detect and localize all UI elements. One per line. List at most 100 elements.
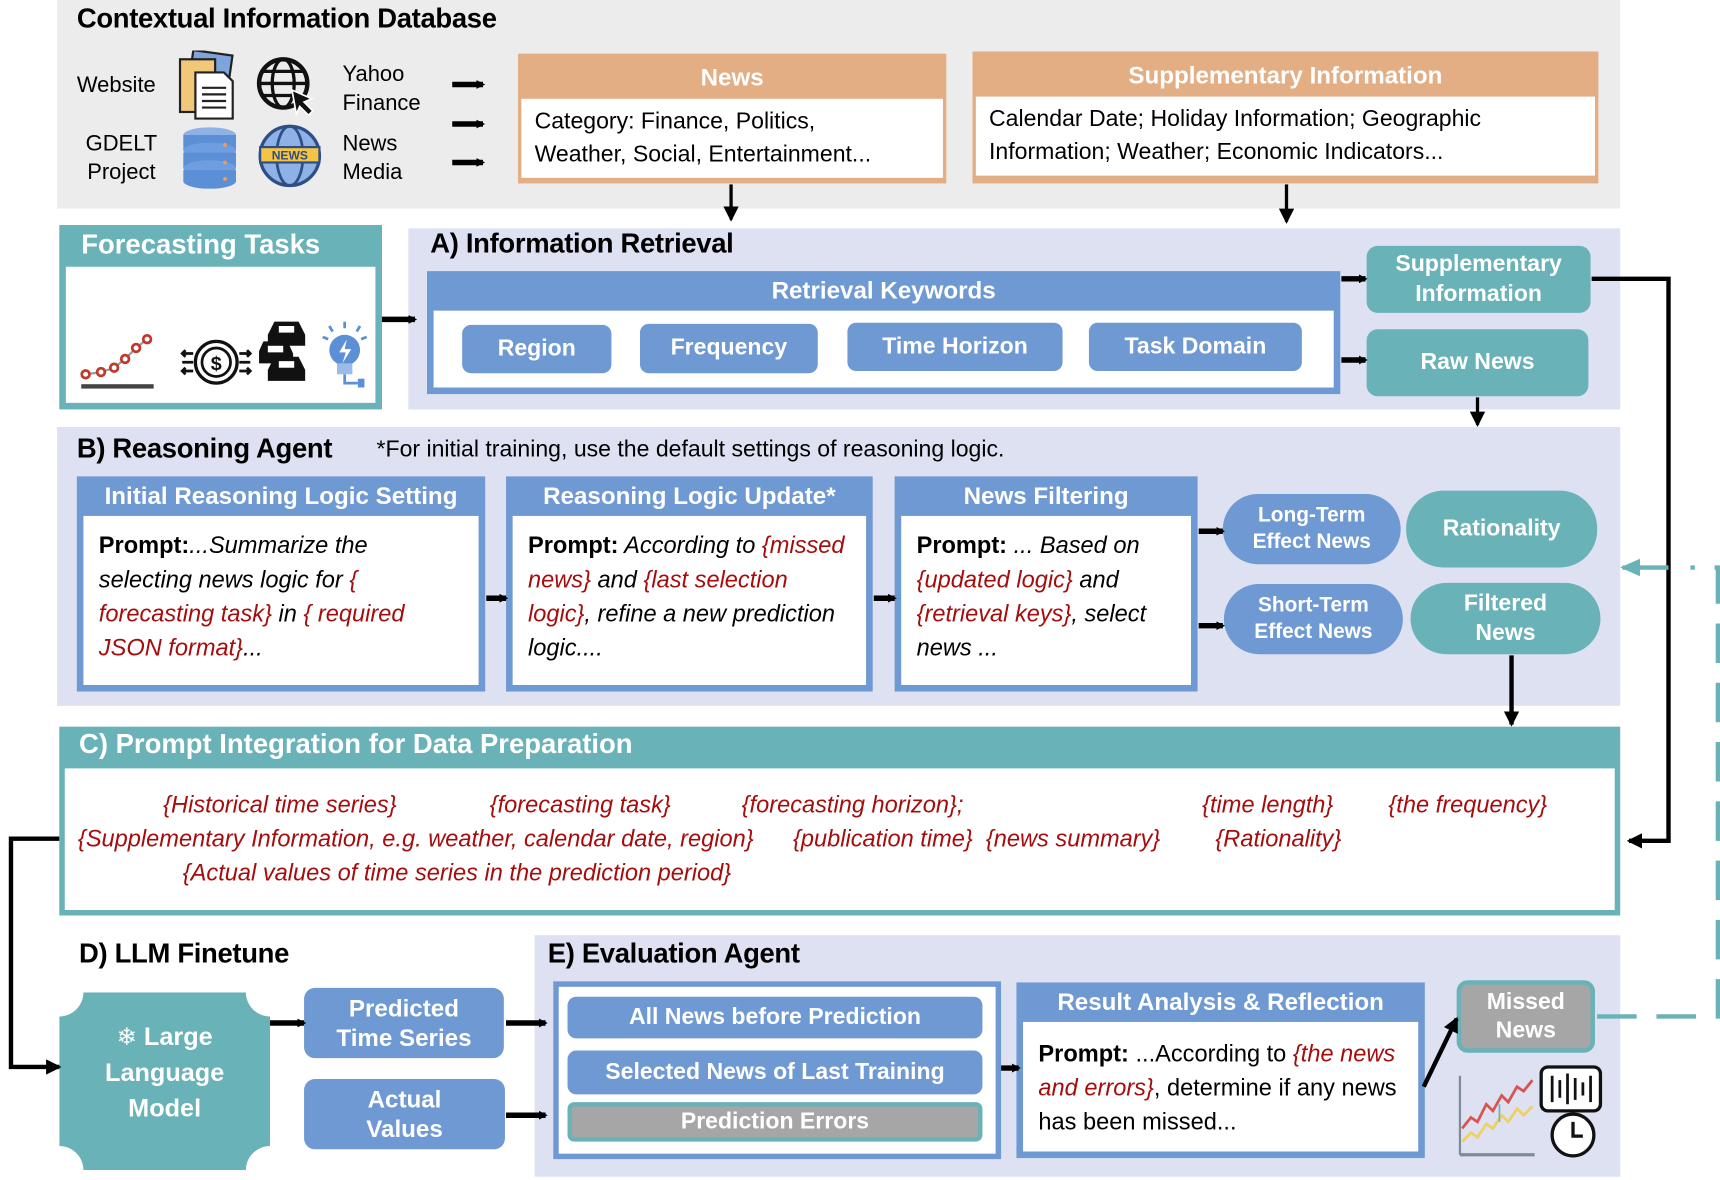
filtered-line2: News [1475,619,1536,645]
prompt-text: in [271,600,304,627]
traffic-cars-icon [259,321,306,381]
reasoning-agent-note: *For initial training, use the default s… [376,436,1005,463]
supp-output-line1: Supplementary [1395,251,1562,277]
news-media-line2: Media [342,160,403,185]
source-label-gdelt: GDELT Project [86,130,158,187]
prompt-text: ...According to [1128,1040,1293,1067]
news-box-body: Category: Finance, Politics, Weather, So… [521,98,943,178]
prompt-label: Prompt: [916,532,1008,559]
source-label-website: Website [76,73,156,98]
supplementary-box-line2: Information; Weather; Economic Indicator… [989,139,1444,165]
input-label: Input: [77,791,144,818]
news-globe-icon: NEWS [258,124,322,188]
prompt-variable: {updated logic} [916,566,1073,593]
input-template: {Historical time series}. Predict {forec… [78,791,1554,851]
prompt-text: ... [243,634,263,661]
supplementary-box-line1: Calendar Date; Holiday Information; Geog… [989,106,1482,132]
keyword-time-horizon: Time Horizon [847,322,1063,372]
keyword-task-domain: Task Domain [1088,322,1302,372]
keyword-region: Region [462,324,612,374]
gdelt-line2: Project [87,160,156,185]
prediction-errors: Prediction Errors [567,1102,983,1142]
actual-line2: Values [366,1115,443,1143]
card-body: Prompt:...Summarize the selecting news l… [83,515,479,685]
result-analysis-reflection: Result Analysis & Reflection Prompt: ...… [1016,982,1425,1159]
prompt-variable: {news summary} [985,825,1161,852]
predicted-line2: Time Series [336,1024,472,1052]
prompt-integration-box: C) Prompt Integration for Data Preparati… [59,726,1621,916]
prompt-text: ... Based on [1007,532,1140,559]
long-term-effect-news: Long-Term Effect News [1222,493,1401,565]
prompt-text: with [1160,825,1216,852]
time-series-chart-icon [80,333,154,389]
card-body: Prompt: ... Based on {updated logic} and… [901,515,1192,685]
news-box-line2: Weather, Social, Entertainment... [534,141,872,167]
database-icon [183,127,237,189]
snowflake-icon: ❄ [116,1023,137,1051]
prompt-variable: {Rationality} [1215,825,1342,852]
supplementary-box-title: Supplementary Information [1128,61,1443,89]
input-line: Input: {Historical time series}. Predict… [78,788,1602,856]
news-box-line1: Category: Finance, Politics, [534,108,816,134]
prompt-label: Prompt: [1038,1040,1129,1067]
rationality-output: Rationality [1406,490,1598,568]
card-title: News Filtering [963,481,1129,510]
short-term-line1: Short-Term [1257,594,1369,618]
prompt-variable: {Historical time series} [163,791,397,818]
globe-cursor-icon [256,57,315,117]
news-box-title: News [700,63,764,92]
output-label: Output: [77,859,164,886]
prompt-label: Prompt: [527,532,619,559]
audio-clock-icon [1539,1065,1603,1158]
prompt-variable: {time length} [1202,791,1334,818]
evaluation-agent-title: E) Evaluation Agent [547,938,800,970]
card-body: Prompt: ...According to {the news and er… [1023,1021,1419,1152]
actual-line1: Actual [367,1085,442,1113]
prompt-text: and [1072,566,1119,593]
document-icon [178,50,234,120]
prompt-text: . [1341,825,1348,852]
output-template: {Actual values of time series in the pre… [183,859,738,885]
prompt-variable: {Supplementary Information, e.g. weather… [77,825,754,852]
filtered-line1: Filtered [1463,590,1548,617]
predicted-line1: Predicted [348,993,459,1022]
database-title: Contextual Information Database [76,3,497,35]
missed-news-output: Missed News [1456,980,1595,1053]
prompt-label: Prompt: [98,532,190,559]
raw-news-output: Raw News [1366,329,1589,397]
source-label-news-media: News Media [342,130,402,187]
llm-large: Large [143,1021,213,1051]
short-term-effect-news: Short-Term Effect News [1223,583,1403,655]
prompt-text: ; In [753,825,793,852]
prompt-variable: {retrieval keys} [916,600,1072,627]
prompt-text: . [1547,791,1554,818]
prompt-text: Historical data covers [963,791,1203,818]
yahoo-line1: Yahoo [342,62,405,87]
news-source-box: News Category: Finance, Politics, Weathe… [518,53,947,184]
news-media-line1: News [342,131,398,156]
prompt-text: . Predict [396,791,490,818]
card-initial-reasoning-logic: Initial Reasoning Logic Setting Prompt:.… [76,476,486,692]
money-exchange-icon: $ [180,339,253,385]
card-title: Initial Reasoning Logic Setting [104,481,458,510]
framework-diagram: Contextual Information Database Website … [0,0,1720,1180]
retrieval-keywords-title: Retrieval Keywords [771,276,996,305]
all-news-before-prediction: All News before Prediction [567,996,983,1039]
svg-text:NEWS: NEWS [272,149,308,163]
error-chart-icon [1458,1075,1535,1157]
prompt-variable: {the frequency} [1388,791,1548,818]
llm-line1: ❄ Large [59,1019,270,1055]
selected-news-last-training: Selected News of Last Training [567,1050,983,1095]
filtered-news-output: Filtered News [1410,582,1601,655]
prompt-text: , [972,825,986,852]
yahoo-line2: Finance [342,91,421,116]
svg-text:$: $ [211,353,222,375]
prompt-variable: {forecasting task} [489,791,671,818]
output-line: Output: {Actual values of time series in… [78,856,1602,890]
prompt-integration-body: Input: {Historical time series}. Predict… [64,768,1615,910]
card-title: Result Analysis & Reflection [1057,987,1384,1016]
llm-line3: Model [128,1093,202,1122]
supplementary-box-body: Calendar Date; Holiday Information; Geog… [975,96,1595,176]
long-term-line1: Long-Term [1258,504,1366,528]
prompt-text: and [590,566,644,593]
